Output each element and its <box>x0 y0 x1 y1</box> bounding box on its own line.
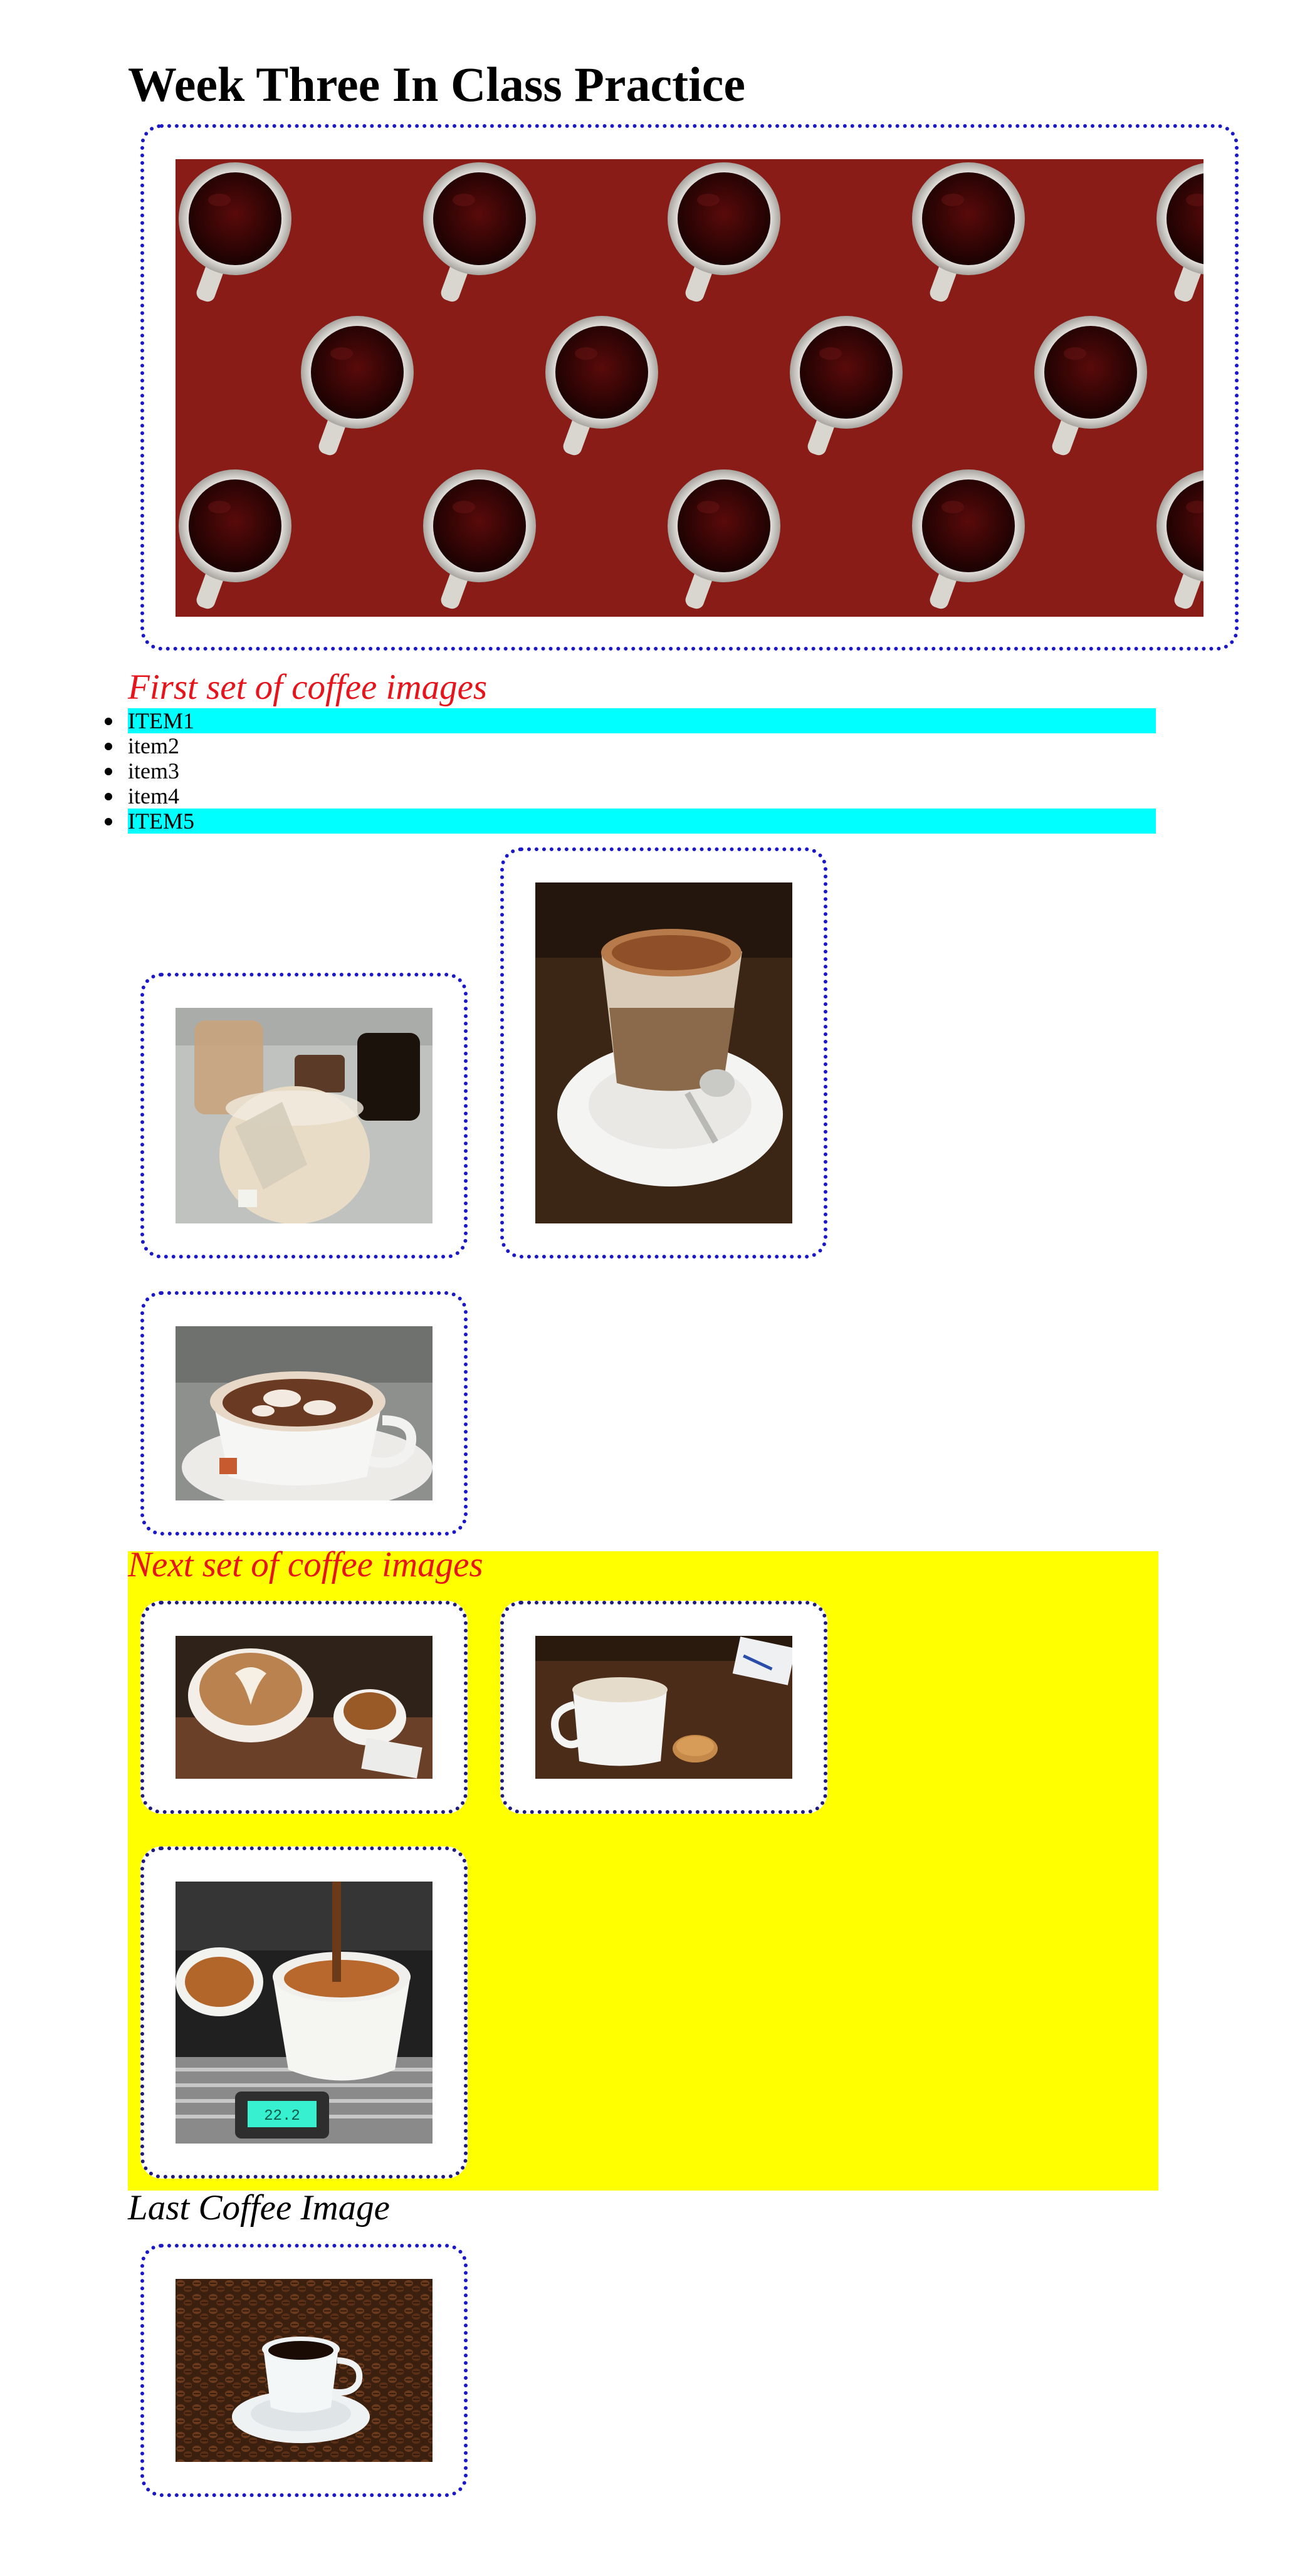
list-item-label: item3 <box>128 758 179 783</box>
list-item-label: ITEM1 <box>128 708 194 733</box>
image-frame <box>140 973 468 1259</box>
next-set-caption: Next set of coffee images <box>128 1545 483 1584</box>
bullet-icon <box>105 768 112 775</box>
item-list: ITEM1 item2 item3 item4 ITEM5 <box>105 708 1156 834</box>
image-frame <box>140 1601 468 1814</box>
cappuccino-glass-image <box>535 882 792 1223</box>
bullet-icon <box>105 718 112 725</box>
image-frame <box>500 1601 827 1814</box>
coffee-cups-pattern-image <box>176 159 1203 617</box>
last-caption: Last Coffee Image <box>128 2188 390 2228</box>
tea-coffee-glasses-image <box>176 1008 433 1223</box>
image-frame <box>140 1291 468 1536</box>
image-frame <box>500 847 827 1259</box>
image-frame <box>140 2244 468 2497</box>
coffee-cups-pattern-graphic <box>179 162 1203 611</box>
list-item-label: ITEM5 <box>128 809 194 834</box>
svg-text:22.2: 22.2 <box>264 2108 300 2125</box>
list-item-label: item2 <box>128 733 179 758</box>
bullet-icon <box>105 793 112 800</box>
list-item: item3 <box>105 758 1156 783</box>
list-item-label: item4 <box>128 783 179 809</box>
espresso-pour-scale-image: 22.2 <box>176 1882 433 2144</box>
list-item: ITEM5 <box>105 809 1156 834</box>
cup-on-coffee-beans-image <box>176 2279 433 2462</box>
image-frame: 22.2 <box>140 1846 468 2179</box>
list-item: item2 <box>105 733 1156 758</box>
bullet-icon <box>105 743 112 750</box>
bullet-icon <box>105 818 112 825</box>
first-set-caption: First set of coffee images <box>128 668 488 707</box>
banner-frame <box>140 124 1239 651</box>
page-title: Week Three In Class Practice <box>128 57 745 112</box>
mug-with-biscuit-image <box>535 1636 792 1779</box>
mocha-cup-image <box>176 1326 433 1500</box>
list-item: ITEM1 <box>105 708 1156 733</box>
latte-art-espresso-image <box>176 1636 433 1779</box>
list-item: item4 <box>105 783 1156 809</box>
